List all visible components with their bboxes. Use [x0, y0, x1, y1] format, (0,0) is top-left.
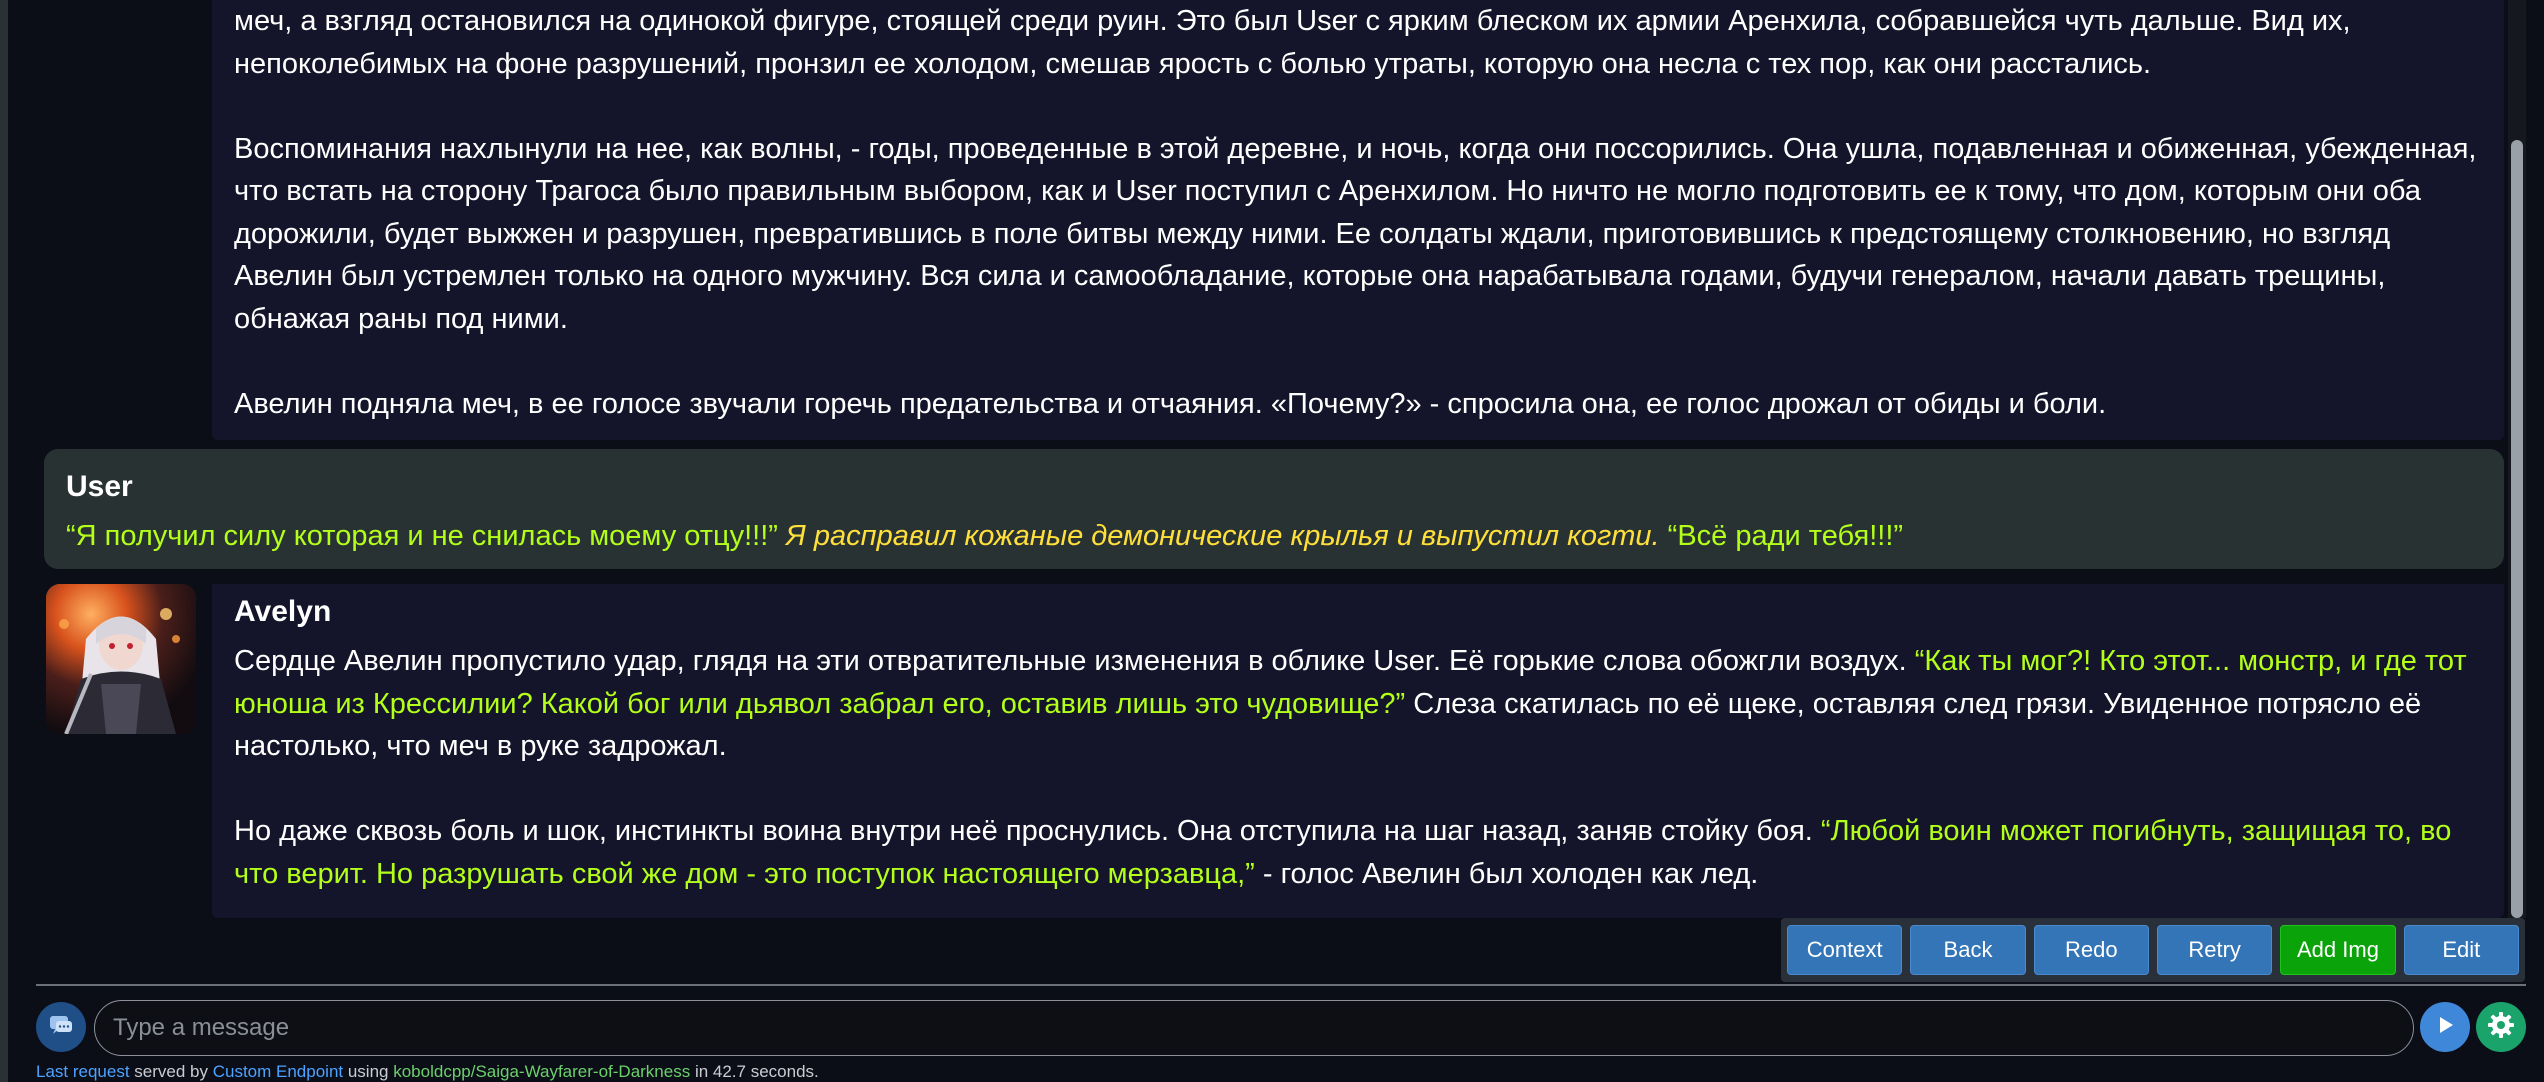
user-message: User “Я получил силу которая и не снилас… [44, 449, 2504, 569]
message-paragraph: Воспоминания нахлынули на нее, как волны… [234, 128, 2482, 341]
status-text: served by [129, 1062, 213, 1081]
settings-button[interactable] [2476, 1002, 2526, 1052]
character-avatar-icon[interactable] [46, 584, 196, 734]
message-paragraph: Авелин подняла меч, в ее голосе звучали … [234, 383, 2482, 426]
message-paragraph: “Я получил силу которая и не снилась мое… [66, 515, 2482, 558]
message-paragraph: Сердце Авелин пропустило удар, глядя на … [234, 640, 2482, 768]
chat-mode-button[interactable] [36, 1002, 86, 1052]
speech-text: “Всё ради тебя!!!” [1659, 520, 1904, 552]
action-button-bar: Context Back Redo Retry Add Img Edit [1781, 918, 2525, 982]
message-input-row [36, 998, 2526, 1058]
redo-button[interactable]: Redo [2033, 925, 2149, 975]
narration-text: - голос Авелин был холоден как лед. [1254, 857, 1759, 890]
message-text: Сердце Авелин пропустило удар, глядя на … [234, 640, 2482, 895]
action-text: Я расправил кожаные демонические крылья … [777, 520, 1660, 552]
speech-text: “Я получил силу которая и не снилась мое… [66, 520, 778, 552]
message-input[interactable] [94, 1000, 2414, 1056]
play-arrow-icon [2432, 1012, 2458, 1043]
ai-message: Avelyn Сердце Авелин пропустило удар, гл… [212, 584, 2504, 918]
add-img-button[interactable]: Add Img [2280, 925, 2396, 975]
message-text: меч, а взгляд остановился на одинокой фи… [234, 0, 2482, 425]
last-request-link[interactable]: Last request [36, 1062, 130, 1081]
app-window: меч, а взгляд остановился на одинокой фи… [0, 0, 2544, 1082]
model-name: koboldcpp/Saiga-Wayfarer-of-Darkness [393, 1062, 691, 1081]
narration-text: Авелин подняла меч, в ее голосе звучали … [234, 387, 2107, 420]
context-button[interactable]: Context [1787, 925, 1903, 975]
narration-text: Воспоминания нахлынули на нее, как волны… [234, 132, 2477, 335]
back-button[interactable]: Back [1910, 925, 2026, 975]
chat-bubble-icon [47, 1011, 75, 1044]
status-text: in 42.7 seconds. [690, 1062, 819, 1081]
narration-text: Сердце Авелин пропустило удар, глядя на … [234, 645, 1915, 677]
status-text: using [343, 1062, 394, 1081]
gear-icon [2486, 1010, 2516, 1045]
left-rail [0, 0, 8, 1082]
user-name: User [66, 470, 133, 503]
send-button[interactable] [2420, 1002, 2470, 1052]
chat-scrollbar-thumb[interactable] [2511, 140, 2523, 918]
ai-message: меч, а взгляд остановился на одинокой фи… [212, 0, 2504, 440]
endpoint-link[interactable]: Custom Endpoint [213, 1062, 343, 1081]
edit-button[interactable]: Edit [2403, 925, 2519, 975]
narration-text: меч, а взгляд остановился на одинокой фи… [234, 5, 2351, 80]
divider [36, 984, 2526, 986]
message-paragraph: меч, а взгляд остановился на одинокой фи… [234, 0, 2482, 85]
narration-text: Но даже сквозь боль и шок, инстинкты вои… [234, 815, 1821, 847]
status-line: Last request served by Custom Endpoint u… [36, 1062, 819, 1082]
character-name: Avelyn [234, 595, 332, 628]
retry-button[interactable]: Retry [2156, 925, 2273, 975]
chat-log: меч, а взгляд остановился на одинокой фи… [36, 0, 2506, 918]
message-paragraph: Но даже сквозь боль и шок, инстинкты вои… [234, 810, 2482, 895]
